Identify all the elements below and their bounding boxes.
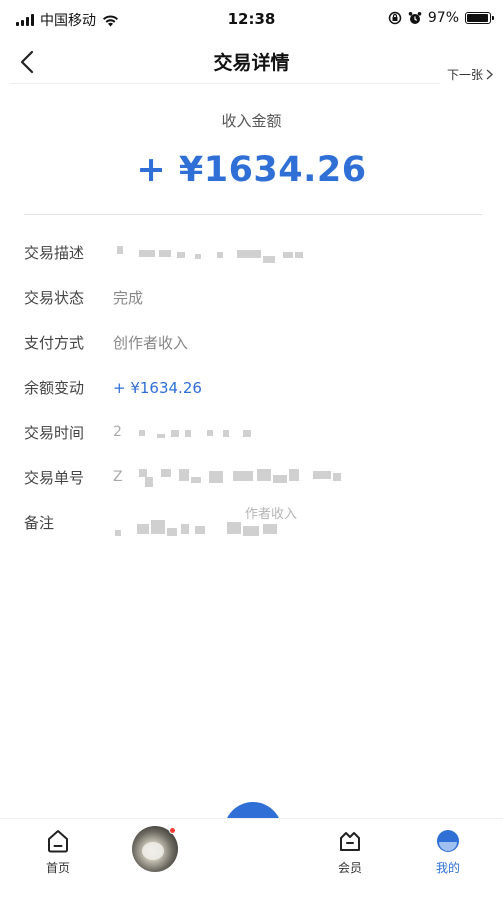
tab-mine-label: 我的 bbox=[435, 861, 460, 875]
chevron-right-icon bbox=[486, 69, 493, 80]
tab-profile-avatar[interactable] bbox=[132, 826, 178, 872]
detail-row-description: 交易描述 bbox=[24, 238, 484, 283]
description-label: 交易描述 bbox=[24, 244, 85, 262]
detail-row-balance-change: 余额变动 + ¥1634.26 bbox=[24, 373, 484, 418]
remark-label: 备注 bbox=[24, 514, 55, 532]
chevron-left-icon bbox=[20, 50, 34, 74]
detail-row-status: 交易状态 完成 bbox=[24, 283, 484, 328]
nav-divider bbox=[10, 83, 440, 84]
signal-icon bbox=[16, 14, 34, 26]
status-label: 交易状态 bbox=[24, 289, 85, 307]
remark-value-visible: 作者收入 bbox=[245, 507, 298, 522]
status-value: 完成 bbox=[113, 289, 144, 307]
next-receipt-button[interactable]: 下一张 bbox=[446, 66, 493, 83]
tab-member-label: 会员 bbox=[337, 861, 362, 875]
status-bar: 中国移动 12:38 97% bbox=[0, 0, 503, 40]
tab-member[interactable]: 会员 bbox=[315, 827, 385, 876]
page-title: 交易详情 bbox=[213, 52, 290, 74]
status-right: 97% bbox=[388, 10, 494, 26]
time-value-obscured: 2 bbox=[113, 418, 473, 448]
back-button[interactable] bbox=[20, 44, 56, 80]
amount-label: 收入金额 bbox=[221, 112, 282, 130]
tab-home[interactable]: 首页 bbox=[23, 827, 93, 876]
home-icon bbox=[47, 827, 69, 855]
amount-divider bbox=[24, 214, 482, 215]
payment-method-label: 支付方式 bbox=[24, 334, 85, 352]
description-value-obscured bbox=[113, 238, 473, 268]
detail-row-remark: 备注 作者收入 bbox=[24, 507, 484, 553]
time-label: 交易时间 bbox=[24, 424, 85, 442]
rotation-lock-icon bbox=[388, 11, 402, 25]
balance-change-value: + ¥1634.26 bbox=[113, 379, 202, 397]
payment-method-value: 创作者收入 bbox=[113, 334, 189, 352]
alarm-icon bbox=[408, 12, 422, 24]
detail-row-payment-method: 支付方式 创作者收入 bbox=[24, 328, 484, 373]
transaction-details: 交易描述 交易状态 完成 支付方式 创作者收入 余额变动 + ¥1634.26 … bbox=[24, 238, 484, 553]
amount-value: + ¥1634.26 bbox=[136, 150, 367, 190]
battery-percent: 97% bbox=[427, 10, 459, 26]
carrier-name: 中国移动 bbox=[40, 13, 96, 29]
order-number-value-visible: Z bbox=[113, 469, 123, 485]
carrier-area: 中国移动 bbox=[16, 10, 119, 30]
battery-icon bbox=[465, 12, 494, 24]
nav-bar: 交易详情 bbox=[0, 40, 503, 84]
detail-row-time: 交易时间 2 bbox=[24, 418, 484, 463]
order-number-value-obscured: Z bbox=[113, 463, 473, 493]
order-number-label: 交易单号 bbox=[24, 469, 85, 487]
notification-dot bbox=[169, 827, 176, 834]
remark-value-obscured: 作者收入 bbox=[113, 507, 473, 538]
time-value-visible: 2 bbox=[113, 424, 122, 440]
member-icon bbox=[338, 827, 362, 855]
bottom-tab-bar: 首页 会员 我的 bbox=[0, 818, 503, 901]
mine-icon bbox=[435, 827, 461, 855]
wifi-icon bbox=[103, 14, 118, 26]
balance-change-label: 余额变动 bbox=[24, 379, 85, 397]
tab-home-label: 首页 bbox=[45, 861, 70, 875]
tab-mine[interactable]: 我的 bbox=[413, 827, 483, 876]
next-receipt-label: 下一张 bbox=[446, 68, 483, 82]
